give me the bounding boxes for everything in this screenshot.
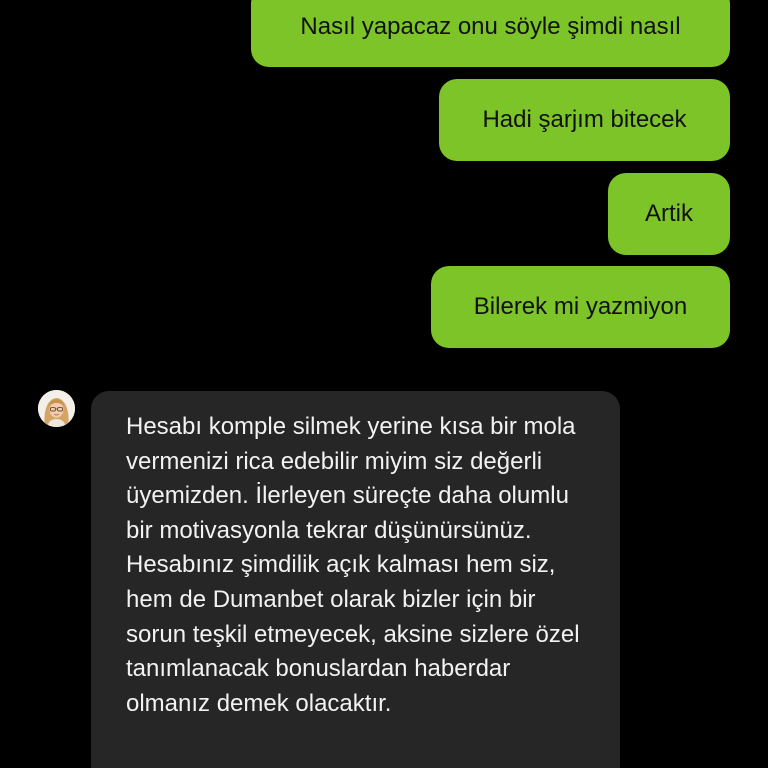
incoming-message[interactable]: Hesabı komple silmek yerine kısa bir mol… bbox=[91, 391, 620, 768]
message-text: Hesabı komple silmek yerine kısa bir mol… bbox=[126, 413, 580, 717]
message-text: Artik bbox=[645, 200, 693, 227]
agent-avatar-icon[interactable] bbox=[38, 390, 75, 427]
outgoing-message[interactable]: Hadi şarjım bitecek bbox=[439, 79, 730, 161]
chat-screen: Nasıl yapacaz onu söyle şimdi nasıl Hadi… bbox=[0, 0, 768, 768]
message-text: Bilerek mi yazmiyon bbox=[473, 293, 688, 320]
message-text: Hadi şarjım bitecek bbox=[482, 106, 687, 133]
outgoing-message[interactable]: Bilerek mi yazmiyon bbox=[431, 266, 730, 348]
avatar-image bbox=[38, 390, 75, 427]
message-text: Nasıl yapacaz onu söyle şimdi nasıl bbox=[300, 12, 681, 40]
outgoing-message[interactable]: Nasıl yapacaz onu söyle şimdi nasıl bbox=[251, 0, 730, 67]
outgoing-message[interactable]: Artik bbox=[608, 173, 730, 255]
